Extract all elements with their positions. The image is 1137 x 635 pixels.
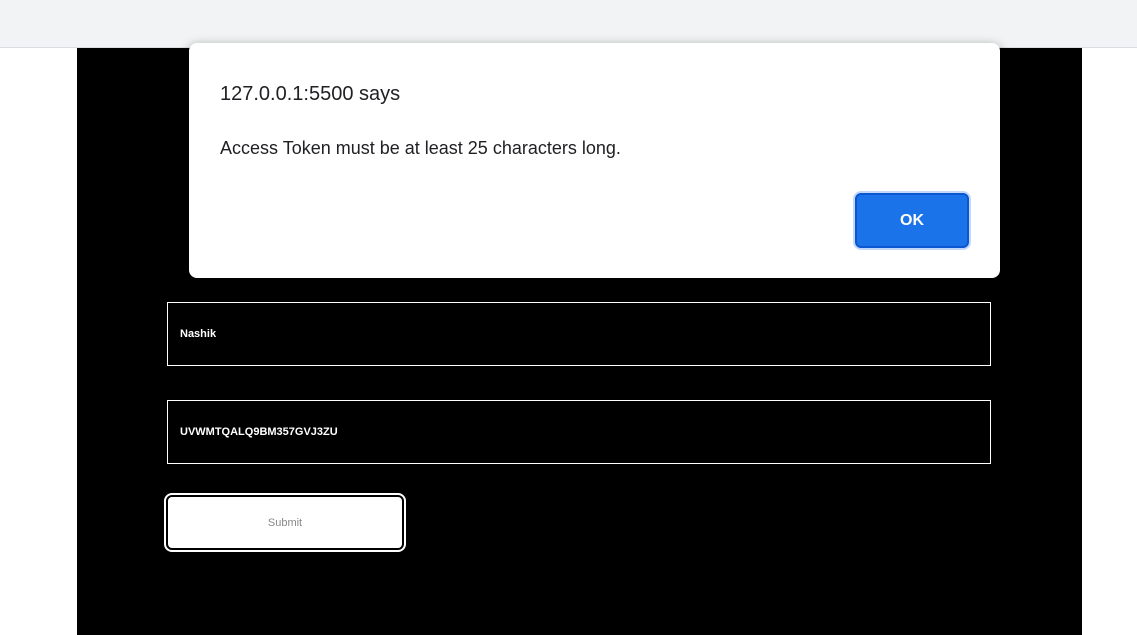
alert-dialog: 127.0.0.1:5500 says Access Token must be… (189, 43, 1000, 278)
ok-button[interactable]: OK (855, 193, 969, 248)
location-input[interactable] (167, 302, 991, 366)
alert-message: Access Token must be at least 25 charact… (220, 138, 621, 158)
alert-origin-text: 127.0.0.1:5500 says (220, 83, 401, 105)
browser-toolbar (0, 0, 1137, 48)
access-token-input[interactable] (167, 400, 991, 464)
submit-button[interactable]: Submit (166, 495, 404, 550)
